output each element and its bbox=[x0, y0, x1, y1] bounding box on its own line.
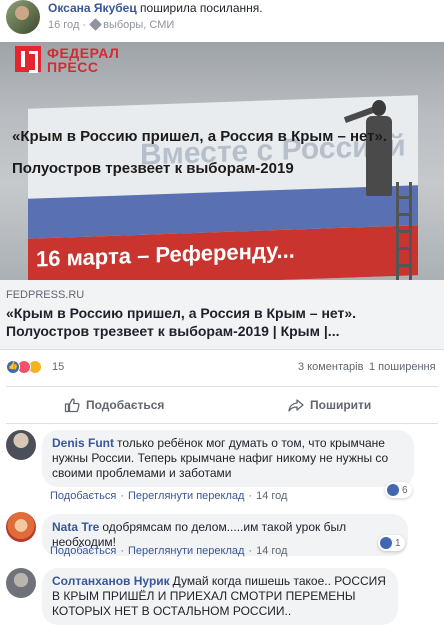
comment-actions: Подобається · Переглянути переклад · 14 год bbox=[50, 545, 288, 557]
comment-author[interactable]: Nata Tre bbox=[52, 520, 99, 534]
comment-author[interactable]: Солтанханов Нурик bbox=[52, 574, 170, 588]
commenter-avatar[interactable] bbox=[6, 568, 36, 598]
thumbs-up-icon bbox=[64, 398, 80, 413]
fedpress-logo-text: ФЕДЕРАЛ ПРЕСС bbox=[47, 45, 120, 75]
ladder bbox=[396, 182, 412, 280]
comment-like-link[interactable]: Подобається bbox=[50, 490, 116, 502]
share-button[interactable]: Поширити bbox=[288, 387, 371, 423]
commenter-avatar[interactable] bbox=[6, 430, 36, 460]
fedpress-logo-icon bbox=[15, 46, 41, 73]
post-header: Оксана Якубец поширила посилання. 16 год… bbox=[0, 0, 444, 40]
reactions-summary: 15 3 коментарів 1 поширення bbox=[0, 356, 444, 380]
like-reaction-icon bbox=[387, 484, 399, 496]
like-button-label: Подобається bbox=[86, 398, 165, 412]
comment-bubble: Солтанханов Нурик Думай когда пишешь тако… bbox=[42, 568, 398, 625]
post-author-line: Оксана Якубец поширила посилання. bbox=[48, 0, 263, 16]
link-domain: FEDPRESS.RU bbox=[6, 289, 85, 301]
comment-author[interactable]: Denis Funt bbox=[52, 436, 114, 450]
link-info[interactable]: FEDPRESS.RU «Крым в Россию пришел, а Рос… bbox=[0, 280, 444, 350]
link-preview-image[interactable]: Вместе с Россией ФЕДЕРАЛ ПРЕСС «Крым в Р… bbox=[0, 42, 444, 280]
comment-translate-link[interactable]: Переглянути переклад bbox=[128, 545, 244, 557]
image-subheadline: Полуостров трезвеет к выборам-2019 bbox=[12, 160, 294, 177]
tag-icon bbox=[89, 18, 102, 31]
commenter-avatar[interactable] bbox=[6, 512, 36, 542]
like-reaction-icon[interactable] bbox=[6, 360, 20, 374]
comments-count[interactable]: 3 коментарів bbox=[298, 361, 363, 373]
comment-time[interactable]: 14 год bbox=[256, 490, 287, 502]
post-time[interactable]: 16 год bbox=[48, 19, 79, 31]
link-title[interactable]: «Крым в Россию пришел, а Россия в Крым –… bbox=[6, 304, 438, 340]
reaction-count[interactable]: 15 bbox=[52, 361, 64, 373]
author-avatar[interactable] bbox=[6, 0, 40, 34]
comment-bubble: Denis Funt только ребёнок мог думать о то… bbox=[42, 430, 414, 487]
comment-like-link[interactable]: Подобається bbox=[50, 545, 116, 557]
image-headline: «Крым в Россию пришел, а Россия в Крым –… bbox=[12, 128, 388, 145]
comment-reactions[interactable]: 6 bbox=[385, 482, 412, 498]
worker-figure bbox=[343, 90, 398, 260]
shares-count[interactable]: 1 поширення bbox=[369, 361, 436, 373]
post-actions: Подобається Поширити bbox=[6, 386, 438, 424]
post-action-text: поширила посилання. bbox=[140, 1, 263, 15]
like-button[interactable]: Подобається bbox=[64, 387, 164, 423]
author-name[interactable]: Оксана Якубец bbox=[48, 1, 137, 15]
post-tags[interactable]: выборы, СМИ bbox=[103, 19, 174, 31]
share-arrow-icon bbox=[288, 399, 304, 412]
like-reaction-icon bbox=[380, 537, 392, 549]
post-meta: 16 год · выборы, СМИ bbox=[48, 18, 175, 31]
comment-actions: Подобається · Переглянути переклад · 14 год bbox=[50, 490, 288, 502]
comment-time[interactable]: 14 год bbox=[256, 545, 287, 557]
comment-translate-link[interactable]: Переглянути переклад bbox=[128, 490, 244, 502]
share-button-label: Поширити bbox=[310, 398, 372, 412]
comment-reactions[interactable]: 1 bbox=[378, 535, 405, 551]
